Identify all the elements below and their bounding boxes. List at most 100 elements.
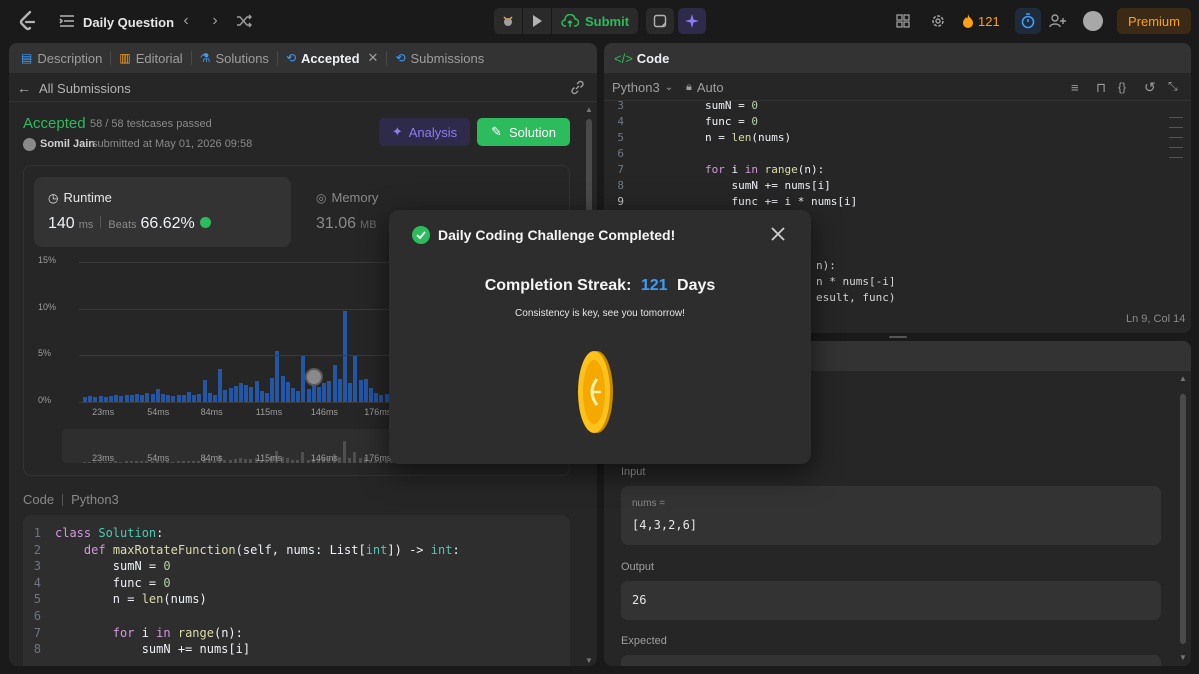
- range-bar: [114, 461, 118, 463]
- runtime-bar[interactable]: [223, 389, 228, 402]
- runtime-bar[interactable]: [166, 394, 171, 402]
- runtime-bar[interactable]: [327, 380, 332, 402]
- runtime-bar[interactable]: [254, 381, 259, 402]
- tab-accepted[interactable]: ⟲ Accepted ✕: [278, 43, 387, 73]
- scroll-down-arrow[interactable]: ▼: [585, 656, 593, 665]
- scroll-down-arrow[interactable]: ▼: [1179, 653, 1187, 662]
- analysis-label: Analysis: [408, 124, 458, 140]
- runtime-bar[interactable]: [150, 393, 155, 402]
- tab-description[interactable]: ▤ Description: [9, 43, 110, 73]
- debug-button[interactable]: [494, 8, 522, 34]
- runtime-bar[interactable]: [140, 394, 145, 402]
- next-question-icon[interactable]: ›: [207, 12, 223, 30]
- runtime-bar[interactable]: [384, 393, 389, 402]
- run-button[interactable]: [523, 8, 551, 34]
- runtime-bar[interactable]: [296, 390, 301, 402]
- runtime-bar[interactable]: [332, 364, 337, 402]
- runtime-bar[interactable]: [259, 390, 264, 402]
- braces-icon[interactable]: {}: [1118, 80, 1126, 94]
- runtime-bar[interactable]: [379, 394, 384, 402]
- collapse-icon[interactable]: ⤡: [1168, 79, 1178, 94]
- runtime-box[interactable]: ◷ Runtime 140 ms Beats 66.62%: [34, 177, 291, 247]
- reset-icon[interactable]: ↺: [1144, 79, 1156, 96]
- runtime-bar[interactable]: [249, 387, 254, 402]
- scroll-up-arrow[interactable]: ▲: [585, 105, 593, 114]
- notes-button[interactable]: [646, 8, 674, 34]
- runtime-bar[interactable]: [348, 383, 353, 402]
- shuffle-icon[interactable]: [235, 12, 253, 30]
- runtime-bar[interactable]: [233, 386, 238, 402]
- history-icon: ⟲: [285, 51, 296, 65]
- runtime-bar[interactable]: [291, 388, 295, 402]
- runtime-bar[interactable]: [187, 391, 191, 402]
- runtime-bar[interactable]: [280, 375, 285, 402]
- runtime-bar[interactable]: [145, 392, 150, 402]
- code-text: def maxRotateFunction(self, nums: List[i…: [83, 542, 460, 557]
- problem-list-icon[interactable]: [58, 12, 76, 30]
- runtime-bar[interactable]: [218, 369, 223, 402]
- analysis-button[interactable]: ✦ Analysis: [379, 118, 470, 146]
- line-number: 7: [33, 625, 41, 640]
- runtime-bar[interactable]: [374, 392, 379, 402]
- ai-assistant-button[interactable]: [678, 8, 706, 34]
- auto-complete-toggle[interactable]: 🔒︎ Auto: [686, 80, 724, 95]
- layout-icon[interactable]: [894, 12, 912, 30]
- runtime-bar[interactable]: [124, 394, 129, 402]
- avatar[interactable]: [1083, 11, 1103, 31]
- runtime-bar[interactable]: [202, 379, 207, 402]
- modal-subtitle: Consistency is key, see you tomorrow!: [515, 308, 685, 319]
- runtime-bar[interactable]: [207, 392, 212, 402]
- tab-code[interactable]: </> Code: [604, 43, 677, 73]
- runtime-bar[interactable]: [176, 394, 181, 402]
- settings-gear-icon[interactable]: [929, 12, 947, 30]
- runtime-bar[interactable]: [317, 387, 321, 402]
- runtime-bar[interactable]: [363, 378, 368, 402]
- tab-solutions[interactable]: ⚗ Solutions: [192, 43, 277, 73]
- runtime-bar[interactable]: [306, 388, 311, 402]
- runtime-bar[interactable]: [161, 393, 165, 402]
- daily-question-title[interactable]: Daily Question: [83, 13, 174, 31]
- runtime-bar[interactable]: [353, 356, 358, 402]
- range-tick-label: 176ms: [364, 453, 392, 463]
- format-icon[interactable]: ≡: [1071, 80, 1079, 95]
- language-select[interactable]: Python3 ⌄: [612, 80, 673, 95]
- leetcode-logo[interactable]: [16, 10, 38, 32]
- link-icon[interactable]: [570, 80, 586, 96]
- runtime-bar[interactable]: [265, 392, 269, 402]
- runtime-bar[interactable]: [369, 388, 373, 402]
- runtime-bar[interactable]: [322, 383, 327, 402]
- runtime-bar[interactable]: [337, 378, 342, 402]
- runtime-bar[interactable]: [213, 394, 217, 402]
- bookmark-icon[interactable]: ⊓: [1096, 80, 1106, 96]
- submitter-name[interactable]: Somil Jain: [40, 138, 95, 150]
- premium-button[interactable]: Premium: [1117, 8, 1191, 34]
- runtime-bar[interactable]: [244, 385, 249, 402]
- scrollbar-thumb[interactable]: [1180, 394, 1186, 644]
- add-friend-icon[interactable]: [1048, 11, 1068, 31]
- solution-button[interactable]: ✎ Solution: [477, 118, 570, 146]
- runtime-bar[interactable]: [228, 388, 233, 402]
- your-submission-marker[interactable]: [304, 368, 323, 387]
- scroll-up-arrow[interactable]: ▲: [1179, 374, 1187, 383]
- runtime-bar[interactable]: [239, 383, 243, 402]
- right-scrollbar[interactable]: ▲ ▼: [1179, 374, 1187, 662]
- prev-question-icon[interactable]: ‹: [178, 12, 194, 30]
- runtime-bar[interactable]: [155, 388, 160, 402]
- runtime-bar[interactable]: [270, 377, 275, 402]
- submit-button[interactable]: Submit: [552, 8, 638, 34]
- runtime-bar[interactable]: [285, 382, 290, 402]
- tab-editorial[interactable]: ▥ Editorial: [111, 43, 190, 73]
- range-bar: [343, 440, 346, 463]
- runtime-bar[interactable]: [358, 379, 363, 402]
- runtime-bar[interactable]: [311, 384, 316, 402]
- timer-button[interactable]: [1015, 8, 1041, 34]
- runtime-bar[interactable]: [275, 350, 280, 402]
- runtime-bar[interactable]: [135, 393, 139, 402]
- streak-counter[interactable]: 121: [962, 11, 1000, 31]
- close-tab-icon[interactable]: ✕: [368, 50, 379, 66]
- back-to-submissions[interactable]: ← All Submissions: [17, 79, 131, 97]
- panel-resize-handle[interactable]: [889, 336, 907, 338]
- close-icon[interactable]: [770, 226, 788, 244]
- tab-submissions[interactable]: ⟲ Submissions: [387, 43, 492, 73]
- runtime-bar[interactable]: [197, 393, 202, 402]
